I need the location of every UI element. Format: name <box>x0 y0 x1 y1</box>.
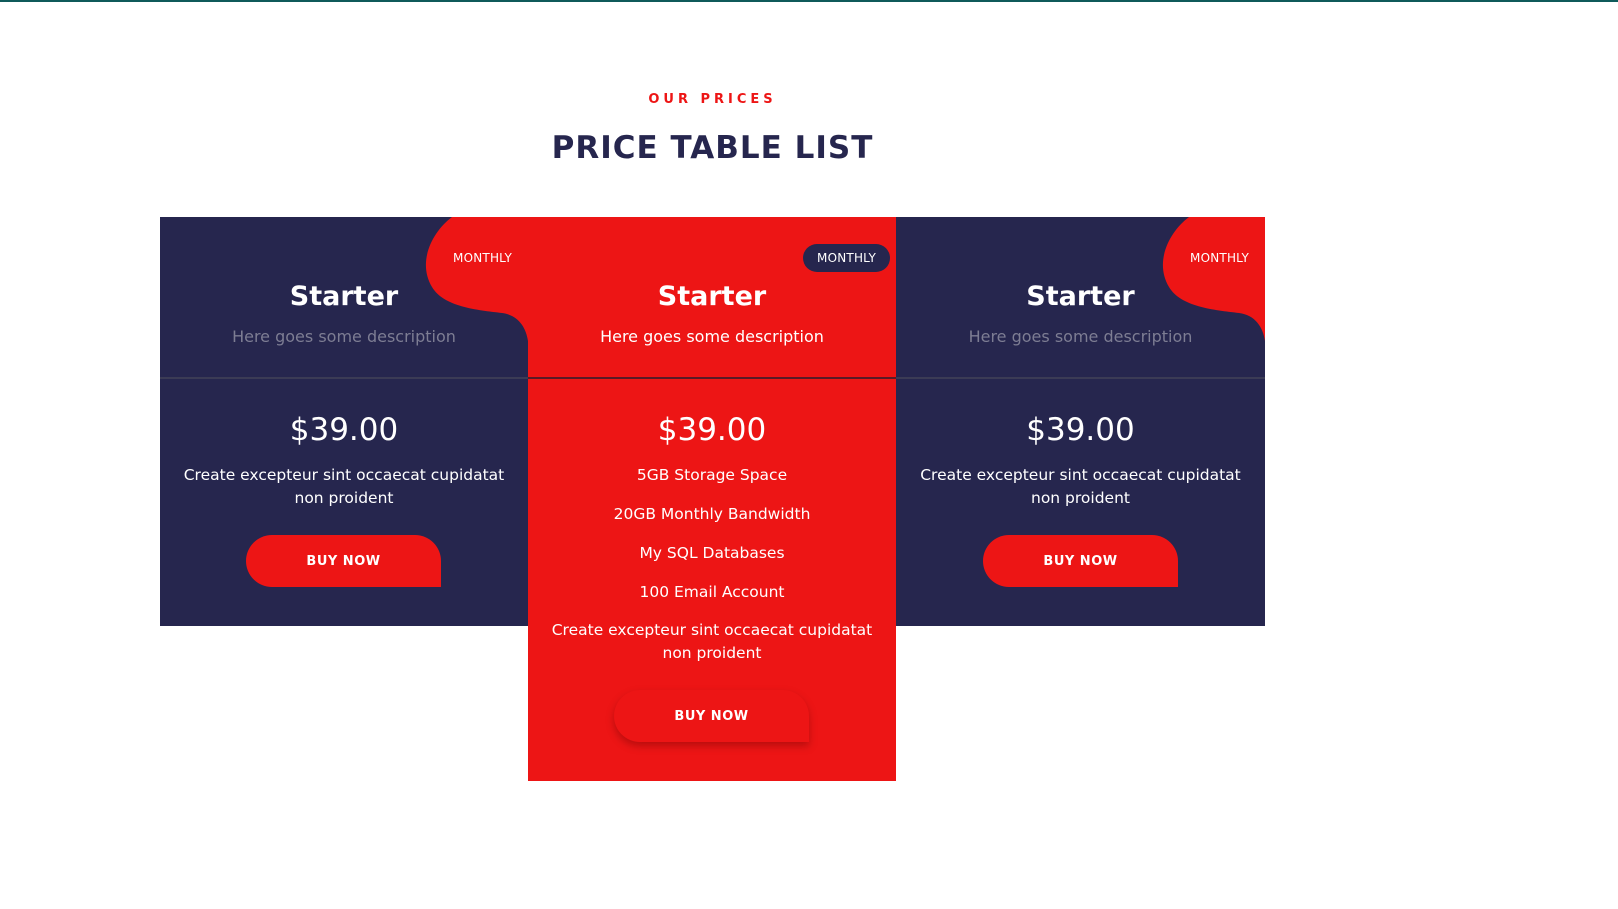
feature-item: 100 Email Account <box>639 583 785 601</box>
card-divider <box>160 377 528 379</box>
plan-description: Here goes some description <box>232 327 456 346</box>
plan-price: $39.00 <box>1026 412 1135 448</box>
billing-badge: MONTHLY <box>803 244 890 272</box>
plan-name: Starter <box>1026 281 1135 312</box>
plan-price: $39.00 <box>657 412 767 448</box>
buy-now-button[interactable]: BUY NOW <box>246 535 441 587</box>
plan-text: Create excepteur sint occaecat cupidatat… <box>551 621 873 662</box>
billing-badge: MONTHLY <box>1190 251 1249 265</box>
plan-text: Create excepteur sint occaecat cupidatat… <box>183 466 505 507</box>
plan-description: Here goes some description <box>968 327 1193 346</box>
feature-item: My SQL Databases <box>639 544 785 562</box>
plan-name: Starter <box>657 281 767 312</box>
plan-price: $39.00 <box>289 412 399 448</box>
pricing-card-starter-1: MONTHLY Starter Here goes some descripti… <box>160 217 528 626</box>
top-border <box>0 0 1618 2</box>
corner-wave-decoration <box>1162 217 1265 341</box>
buy-now-button[interactable]: BUY NOW <box>983 535 1178 587</box>
feature-item: 20GB Monthly Bandwidth <box>613 505 811 523</box>
card-divider <box>528 377 896 379</box>
billing-badge: MONTHLY <box>453 251 512 265</box>
pricing-card-starter-3: MONTHLY Starter Here goes some descripti… <box>896 217 1265 626</box>
plan-description: Here goes some description <box>600 327 824 346</box>
section-eyebrow: OUR PRICES <box>648 92 777 107</box>
feature-item: 5GB Storage Space <box>636 466 788 484</box>
plan-name: Starter <box>289 281 399 312</box>
corner-wave-decoration <box>425 217 528 341</box>
page-title: PRICE TABLE LIST <box>551 130 874 166</box>
pricing-card-starter-featured: MONTHLY Starter Here goes some descripti… <box>528 217 896 781</box>
buy-now-button[interactable]: BUY NOW <box>614 690 809 742</box>
card-divider <box>896 377 1265 379</box>
plan-text: Create excepteur sint occaecat cupidatat… <box>920 466 1241 507</box>
